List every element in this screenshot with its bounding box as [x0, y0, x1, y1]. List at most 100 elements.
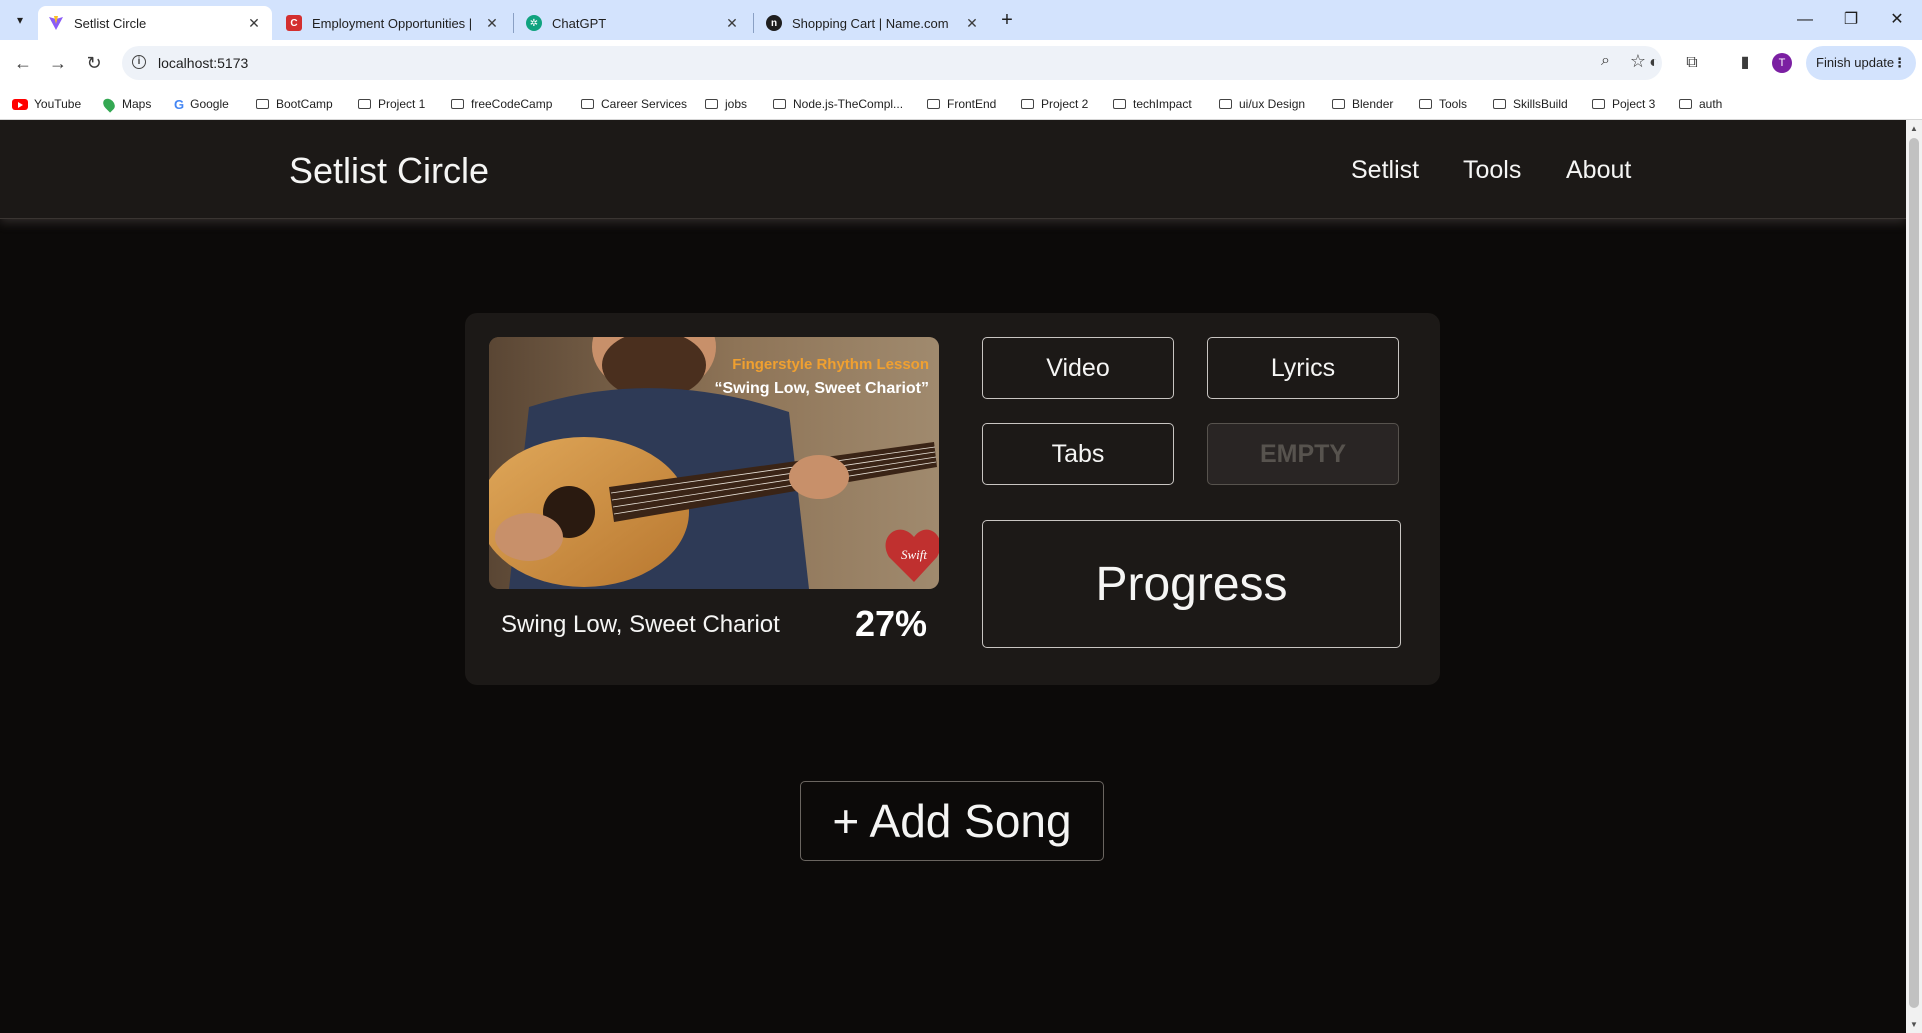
bookmark-label: Tools: [1439, 97, 1468, 111]
folder-icon: [358, 99, 371, 109]
extension-password-icon[interactable]: ◐: [1641, 50, 1667, 76]
thumbnail-line1: Fingerstyle Rhythm Lesson: [732, 356, 929, 373]
bookmark-label: auth: [1699, 97, 1723, 111]
bookmark-folder[interactable]: Blender: [1332, 95, 1393, 113]
namecom-icon: n: [766, 15, 782, 31]
bookmark-folder[interactable]: jobs: [705, 95, 747, 113]
browser-tab[interactable]: C Employment Opportunities | Ci ✕: [276, 6, 510, 40]
tab-search-chevron-icon[interactable]: ▾: [8, 10, 32, 30]
bookmark-folder[interactable]: BootCamp: [256, 95, 333, 113]
bookmark-maps[interactable]: Maps: [100, 95, 151, 113]
address-bar[interactable]: i localhost:5173 ⌕ ☆: [122, 46, 1662, 80]
close-tab-icon[interactable]: ✕: [246, 15, 262, 32]
thumbnail-badge: Swift: [901, 547, 927, 562]
close-tab-icon[interactable]: ✕: [964, 15, 980, 32]
bookmark-label: BootCamp: [276, 97, 333, 111]
tab-title: Setlist Circle: [74, 15, 147, 31]
bookmark-label: freeCodeCamp: [471, 97, 553, 111]
bookmarks-bar: YouTube Maps G Google BootCamp Project 1…: [0, 86, 1922, 120]
bookmark-folder[interactable]: SkillsBuild: [1493, 95, 1568, 113]
song-thumbnail[interactable]: Fingerstyle Rhythm Lesson “Swing Low, Sw…: [489, 337, 939, 589]
nav-link-setlist[interactable]: Setlist: [1351, 156, 1419, 185]
page-scrollbar[interactable]: ▲ ▼: [1906, 120, 1922, 1033]
bookmark-folder[interactable]: techImpact: [1113, 95, 1192, 113]
browser-tab[interactable]: n Shopping Cart | Name.com ✕: [756, 6, 990, 40]
folder-icon: [1679, 99, 1692, 109]
extensions-puzzle-icon[interactable]: ⧉: [1679, 50, 1705, 76]
tab-separator: [513, 13, 514, 33]
tabs-button[interactable]: Tabs: [982, 423, 1174, 485]
bookmark-label: Node.js-TheCompl...: [793, 97, 904, 111]
bookmark-folder[interactable]: freeCodeCamp: [451, 95, 552, 113]
restore-icon[interactable]: ❐: [1836, 8, 1866, 32]
lyrics-button[interactable]: Lyrics: [1207, 337, 1399, 399]
song-title: Swing Low, Sweet Chariot: [501, 611, 780, 638]
bookmark-label: Project 1: [378, 97, 426, 111]
scroll-up-arrow-icon[interactable]: ▲: [1910, 124, 1918, 133]
folder-icon: [927, 99, 940, 109]
page-viewport: Setlist Circle Setlist Tools About Finge…: [0, 120, 1906, 1033]
bookmark-folder[interactable]: FrontEnd: [927, 95, 996, 113]
bookmark-folder[interactable]: Node.js-TheCompl...: [773, 95, 903, 113]
progress-button[interactable]: Progress: [982, 520, 1401, 648]
browser-toolbar: ← → ↻ i localhost:5173 ⌕ ☆ ◐ ⧉ ▮ T Finis…: [0, 40, 1922, 86]
reload-icon[interactable]: ↻: [81, 50, 107, 76]
back-arrow-icon[interactable]: ←: [10, 50, 36, 76]
folder-icon: [1332, 99, 1345, 109]
maps-icon: [100, 95, 118, 113]
bookmark-label: FrontEnd: [947, 97, 997, 111]
folder-icon: [581, 99, 594, 109]
close-tab-icon[interactable]: ✕: [724, 15, 740, 32]
more-menu-icon[interactable]: ⋮: [1893, 46, 1906, 80]
song-progress-value: 27%: [855, 603, 928, 644]
browser-tab[interactable]: Setlist Circle ✕: [38, 6, 272, 40]
bookmark-label: ui/ux Design: [1239, 97, 1306, 111]
empty-slot-button[interactable]: EMPTY: [1207, 423, 1399, 485]
folder-icon: [451, 99, 464, 109]
bookmark-youtube[interactable]: YouTube: [12, 95, 81, 113]
zoom-icon[interactable]: ⌕: [1601, 52, 1610, 70]
video-button[interactable]: Video: [982, 337, 1174, 399]
bookmark-label: Google: [190, 97, 229, 111]
nav-link-tools[interactable]: Tools: [1463, 156, 1521, 185]
bookmark-folder[interactable]: Project 1: [358, 95, 425, 113]
tab-title: Shopping Cart | Name.com: [792, 15, 949, 31]
bookmark-folder[interactable]: Poject 3: [1592, 95, 1655, 113]
tab-separator: [753, 13, 754, 33]
bookmark-folder[interactable]: auth: [1679, 95, 1722, 113]
nav-link-about[interactable]: About: [1566, 156, 1631, 185]
close-tab-icon[interactable]: ✕: [484, 15, 500, 32]
url-text[interactable]: localhost:5173: [158, 55, 248, 71]
close-window-icon[interactable]: ✕: [1882, 8, 1912, 32]
forward-arrow-icon[interactable]: →: [45, 50, 71, 76]
add-song-button[interactable]: + Add Song: [800, 781, 1104, 861]
tab-title: ChatGPT: [552, 15, 607, 31]
bookmark-google[interactable]: G Google: [174, 95, 229, 113]
profile-avatar[interactable]: T: [1772, 53, 1792, 73]
new-tab-button[interactable]: +: [995, 8, 1019, 32]
finish-update-button[interactable]: Finish update ⋮: [1806, 46, 1916, 80]
folder-icon: [705, 99, 718, 109]
bookmark-folder[interactable]: Project 2: [1021, 95, 1088, 113]
bookmark-folder[interactable]: Career Services: [581, 95, 687, 113]
site-brand[interactable]: Setlist Circle: [289, 150, 489, 192]
scrollbar-thumb[interactable]: [1909, 138, 1919, 1008]
browser-tab[interactable]: ✲ ChatGPT ✕: [516, 6, 750, 40]
song-card: Fingerstyle Rhythm Lesson “Swing Low, Sw…: [465, 313, 1440, 685]
folder-icon: [1592, 99, 1605, 109]
bookmark-folder[interactable]: ui/ux Design: [1219, 95, 1305, 113]
side-panel-icon[interactable]: ▮: [1732, 50, 1758, 76]
folder-icon: [256, 99, 269, 109]
vite-icon: [48, 15, 64, 31]
site-info-icon[interactable]: i: [132, 55, 146, 69]
bookmark-folder[interactable]: Tools: [1419, 95, 1467, 113]
tab-title: Employment Opportunities | Ci: [312, 15, 476, 31]
bookmark-label: SkillsBuild: [1513, 97, 1568, 111]
folder-icon: [1021, 99, 1034, 109]
minimize-icon[interactable]: —: [1790, 8, 1820, 32]
guitar-lesson-thumbnail-image: Fingerstyle Rhythm Lesson “Swing Low, Sw…: [489, 337, 939, 589]
bookmark-label: jobs: [725, 97, 748, 111]
bookmark-label: techImpact: [1133, 97, 1192, 111]
c-logo-icon: C: [286, 15, 302, 31]
scroll-down-arrow-icon[interactable]: ▼: [1910, 1020, 1918, 1029]
